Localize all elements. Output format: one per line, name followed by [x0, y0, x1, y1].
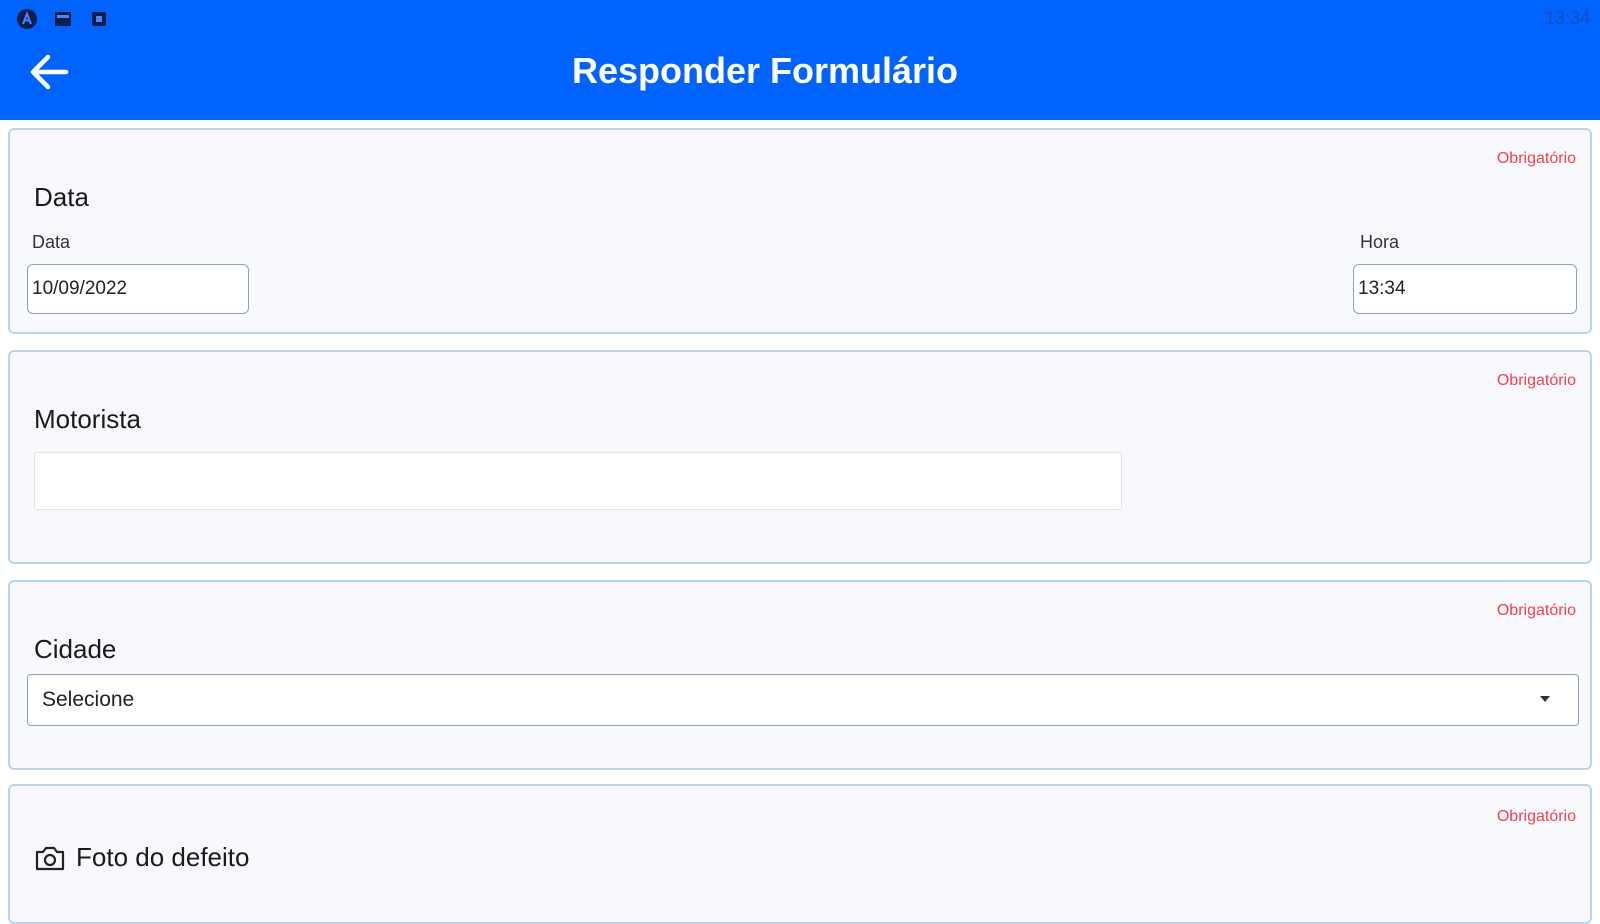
status-icons [16, 8, 110, 30]
motorista-title: Motorista [34, 404, 141, 434]
date-value: 10/09/2022 [32, 278, 128, 299]
app-bar: 13:34 Responder Formulário [0, 0, 1600, 120]
app-icon [16, 8, 38, 30]
motorista-card: Obrigatório Motorista [8, 350, 1592, 564]
foto-card: Obrigatório Foto do defeito [8, 784, 1592, 924]
time-input[interactable]: 13:34 [1353, 264, 1577, 314]
notification-icon [88, 8, 110, 30]
cidade-title: Cidade [34, 634, 117, 664]
required-badge: Obrigatório [1496, 150, 1576, 167]
foto-title-row: Foto do defeito [34, 842, 249, 873]
motorista-input[interactable] [34, 452, 1122, 510]
screenshot-icon [52, 8, 74, 30]
status-time: 13:34 [1544, 8, 1590, 28]
camera-icon [35, 846, 65, 870]
data-title: Data [34, 182, 89, 212]
foto-title: Foto do defeito [76, 842, 250, 872]
cidade-selected-value: Selecione [42, 688, 135, 711]
page-title: Responder Formulário [571, 50, 959, 91]
dropdown-caret-icon [1540, 696, 1550, 702]
date-input[interactable]: 10/09/2022 [27, 264, 249, 314]
date-label: Data [32, 232, 71, 252]
time-value: 13:34 [1358, 278, 1406, 299]
cidade-card: Obrigatório Cidade Selecione [8, 580, 1592, 770]
data-card: Obrigatório Data Data 10/09/2022 Hora 13… [8, 128, 1592, 334]
required-badge: Obrigatório [1496, 808, 1576, 825]
required-badge: Obrigatório [1496, 602, 1576, 619]
required-badge: Obrigatório [1496, 372, 1576, 389]
time-label: Hora [1360, 232, 1400, 252]
cidade-select[interactable]: Selecione [27, 674, 1579, 726]
